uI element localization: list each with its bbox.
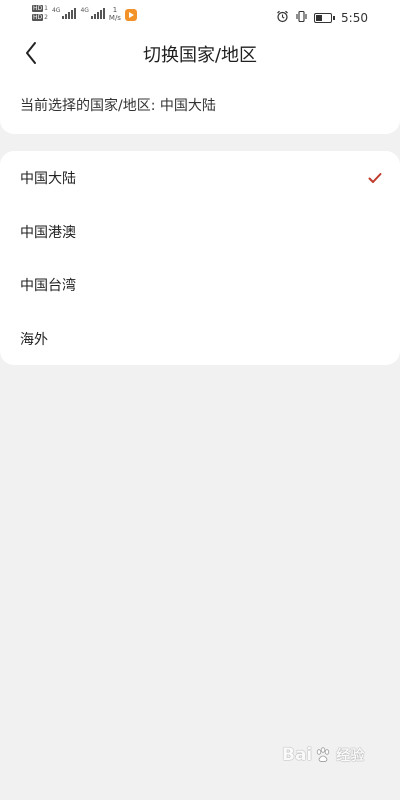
checkmark-icon [368,169,382,188]
region-item-label: 中国大陆 [20,171,76,187]
region-item-mainland[interactable]: 中国大陆 [0,151,400,205]
network-speed: 1 M/s [109,6,121,22]
video-app-notification-icon [124,9,137,21]
network-speed-unit: M/s [108,14,121,22]
watermark-cn: 经验 [336,748,365,764]
signal-icon-1: 4G [52,7,77,19]
hd-badge-1: HD [32,5,44,12]
page-title: 切换国家/地区 [142,45,258,66]
region-item-overseas[interactable]: 海外 [0,312,400,366]
watermark-brand: Bai [282,745,313,765]
hd-badge-2: HD [32,14,44,21]
status-right: 5:50 [276,8,368,27]
network-speed-value: 1 [112,6,118,14]
region-item-label: 海外 [20,331,48,348]
region-item-taiwan[interactable]: 中国台湾 [0,258,400,312]
region-item-label: 中国台湾 [20,278,76,294]
status-time: 5:50 [341,10,368,25]
region-item-label: 中国港澳 [20,224,76,241]
battery-icon [314,12,336,23]
region-list: 中国大陆 中国港澳 中国台湾 海外 [0,151,400,365]
app-header: 切换国家/地区 [0,32,400,74]
alarm-icon [276,8,289,27]
top-card: HD 1 HD 2 4G 4G 1 M/s 5:50 切换国家/地区 当前选择的… [0,0,400,134]
baidu-jingyan-watermark: Bai 经验 [282,745,364,765]
hd-sub-2: 2 [44,14,48,21]
hd-indicators: HD 1 HD 2 [32,5,48,21]
region-item-hk-macao[interactable]: 中国港澳 [0,205,400,259]
current-selection-text: 当前选择的国家/地区: 中国大陆 [20,98,216,114]
vibrate-icon [295,8,308,27]
paw-icon [314,746,332,764]
hd-sub-1: 1 [44,5,48,12]
status-bar: HD 1 HD 2 4G 4G 1 M/s 5:50 [0,0,400,32]
status-left: HD 1 HD 2 4G 4G 1 M/s [32,5,137,22]
signal-icon-2: 4G [80,7,105,19]
